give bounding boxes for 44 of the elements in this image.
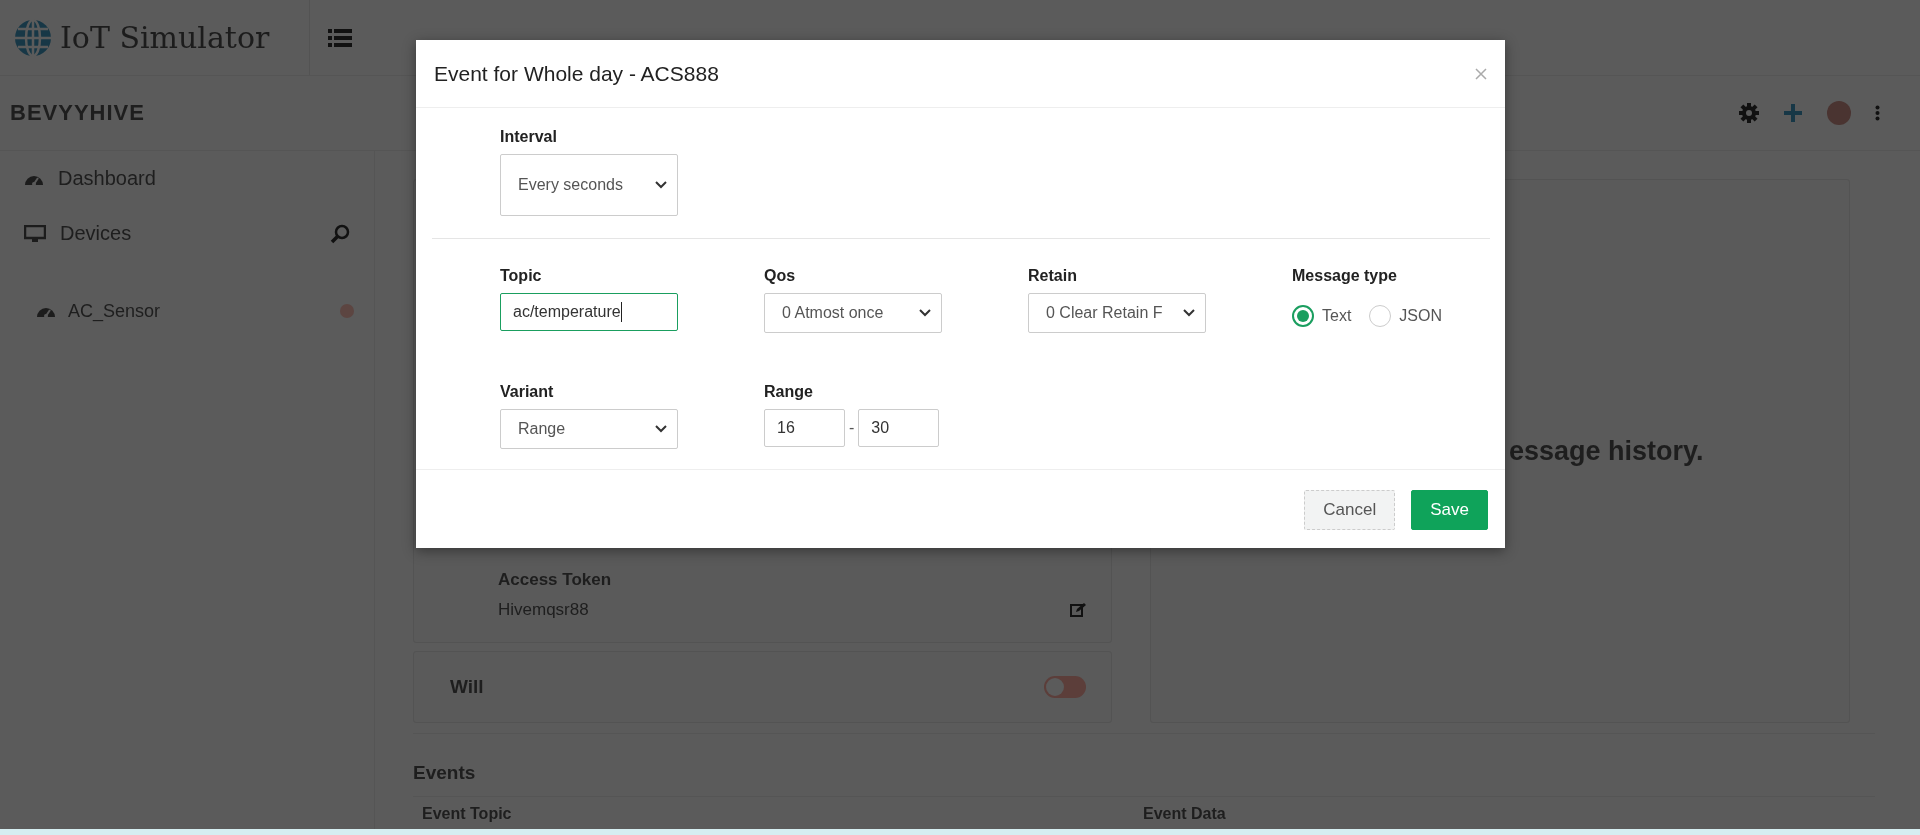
field-label: Qos — [764, 267, 797, 285]
variant-dropdown[interactable]: Range — [500, 409, 678, 449]
column-header: Event Data — [1143, 805, 1227, 823]
plus-icon[interactable] — [1783, 103, 1803, 123]
toggle-switch[interactable] — [1044, 676, 1086, 698]
avatar[interactable] — [1827, 101, 1851, 125]
min-field[interactable]: 16 — [764, 409, 845, 447]
close-icon[interactable] — [1475, 67, 1487, 80]
chevron-icon — [655, 425, 667, 433]
radio-option[interactable]: Text — [1292, 305, 1352, 327]
status-dot — [340, 304, 354, 318]
search-icon[interactable] — [330, 223, 350, 244]
field-label: Variant — [500, 383, 555, 401]
dialog-title: Event for Whole day - ACS888 — [434, 61, 719, 86]
access-token-value: Hivemqsr88 — [498, 600, 589, 620]
empty-message: essage history. — [1509, 435, 1704, 467]
will-label: Will — [450, 676, 484, 698]
qos-dropdown[interactable]: 0 Atmost once — [764, 293, 942, 333]
more-icon[interactable] — [1875, 105, 1880, 121]
app-logo: IoT Simulator — [60, 20, 270, 55]
topic-field[interactable]: ac/temperature — [500, 293, 678, 331]
field-label: Message type — [1292, 267, 1398, 285]
workspace-title: BEVYYHIVE — [10, 100, 145, 126]
field-label: Range — [764, 383, 814, 401]
chevron-icon — [919, 309, 931, 317]
chevron-icon — [655, 181, 667, 189]
interval-dropdown[interactable]: Every seconds — [500, 154, 678, 216]
globe-icon — [14, 18, 52, 57]
max-field[interactable]: 30 — [858, 409, 940, 447]
edit-icon[interactable] — [1070, 602, 1086, 618]
field-label: Retain — [1028, 267, 1078, 285]
events-title: Events — [413, 762, 477, 784]
field-label: Interval — [500, 128, 558, 146]
access-token-label: Access Token — [498, 570, 613, 590]
column-header: Event Topic — [422, 805, 513, 823]
monitor-icon — [24, 224, 46, 243]
range-separator: - — [849, 419, 855, 437]
settings-icon[interactable] — [1739, 103, 1759, 123]
cancel-button[interactable]: Cancel — [1304, 490, 1396, 530]
retain-dropdown[interactable]: 0 Clear Retain F — [1028, 293, 1206, 333]
field-label: Topic — [500, 267, 543, 285]
menu-icon[interactable] — [328, 27, 352, 48]
chevron-icon — [1183, 309, 1195, 317]
radio-option[interactable]: JSON — [1369, 305, 1442, 327]
